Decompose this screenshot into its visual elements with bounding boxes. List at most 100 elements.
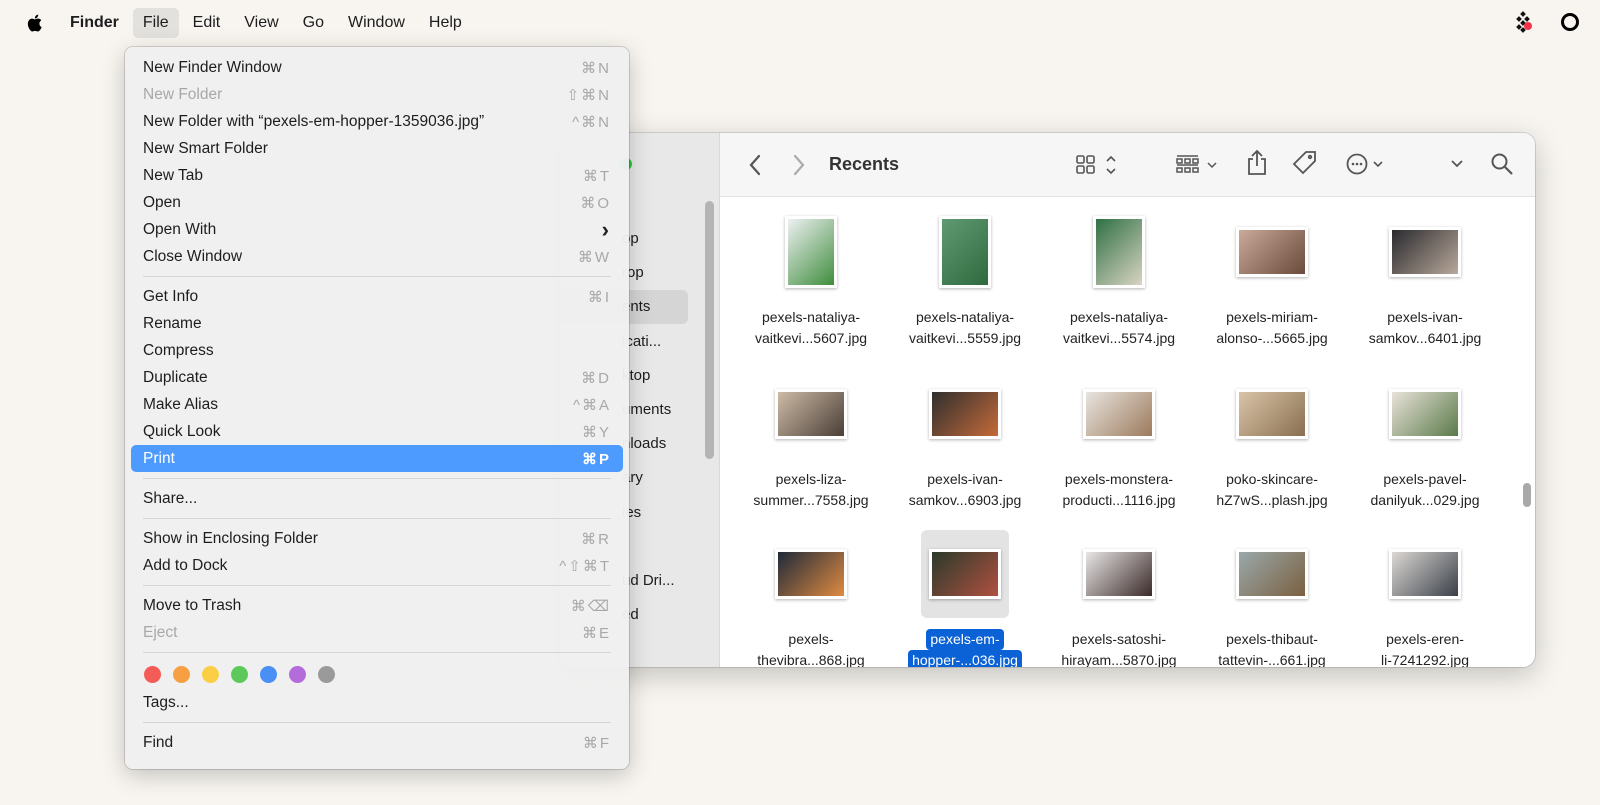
menu-item-open-with[interactable]: Open With › <box>131 216 623 243</box>
menu-item-share[interactable]: Share... <box>131 485 623 512</box>
file-thumbnail <box>785 216 837 288</box>
tag-icon[interactable] <box>1292 150 1318 176</box>
menu-item-get-info[interactable]: Get Info ⌘I <box>131 283 623 310</box>
thumbnail-frame <box>921 370 1009 458</box>
file-thumbnail <box>1236 227 1308 277</box>
file-item[interactable]: pexels-nataliya-vaitkevi...5607.jpg <box>734 208 888 349</box>
menu-item-label: Compress <box>143 341 214 359</box>
search-icon[interactable] <box>1490 152 1514 176</box>
file-name-line1: pexels-nataliya- <box>761 309 861 325</box>
file-name-line1: pexels-pavel- <box>1383 471 1467 487</box>
thumbnail-frame <box>767 208 855 296</box>
thumbnail-frame <box>1381 370 1469 458</box>
menu-shortcut: ⌘E <box>581 624 611 642</box>
file-grid: pexels-nataliya-vaitkevi...5607.jpg pexe… <box>720 197 1517 667</box>
file-name: pexels-nataliya-vaitkevi...5574.jpg <box>1042 307 1196 349</box>
chevron-down-icon[interactable] <box>1450 157 1464 171</box>
menu-item-rename[interactable]: Rename <box>131 310 623 337</box>
icon-view-grid-icon[interactable] <box>1076 154 1122 176</box>
forward-chevron-icon[interactable] <box>792 153 806 177</box>
more-actions-icon[interactable] <box>1346 152 1392 176</box>
menu-shortcut: ⌘O <box>580 194 611 212</box>
file-item[interactable]: poko-skincare-hZ7wS...plash.jpg <box>1195 370 1349 511</box>
thumbnail-frame <box>1381 530 1469 618</box>
file-item[interactable]: pexels-nataliya-vaitkevi...5559.jpg <box>888 208 1042 349</box>
menu-help[interactable]: Help <box>419 8 472 38</box>
menu-item-make-alias[interactable]: Make Alias ^⌘A <box>131 391 623 418</box>
thumbnail-frame <box>1075 530 1163 618</box>
file-name-line1: pexels-monstera- <box>1064 471 1174 487</box>
tag-color-dot[interactable] <box>231 665 248 683</box>
thumbnail-frame <box>921 208 1009 296</box>
menu-item-label: Open <box>143 193 181 211</box>
file-item[interactable]: pexels-pavel-danilyuk...029.jpg <box>1348 370 1502 511</box>
tag-color-dot[interactable] <box>318 665 335 683</box>
file-name-line2: tattevin-...661.jpg <box>1218 652 1326 667</box>
menu-shortcut: ⌘W <box>577 248 611 266</box>
file-name: pexels-thibaut-tattevin-...661.jpg <box>1195 629 1349 667</box>
tag-color-dot[interactable] <box>289 665 306 683</box>
file-item[interactable]: pexels-liza-summer...7558.jpg <box>734 370 888 511</box>
menu-item-quick-look[interactable]: Quick Look ⌘Y <box>131 418 623 445</box>
content-scrollbar[interactable] <box>1523 483 1531 507</box>
menu-item-add-to-dock[interactable]: Add to Dock ^⇧⌘T <box>131 552 623 579</box>
menu-item-new-folder: New Folder ⇧⌘N <box>131 81 623 108</box>
menu-item-close-window[interactable]: Close Window ⌘W <box>131 243 623 270</box>
back-chevron-icon[interactable] <box>748 153 762 177</box>
apple-logo-icon[interactable] <box>24 13 44 33</box>
file-name: pexels-em-hopper-...036.jpg <box>888 629 1042 667</box>
share-icon[interactable] <box>1246 149 1268 177</box>
file-item[interactable]: pexels-monstera-producti...1116.jpg <box>1042 370 1196 511</box>
file-item[interactable]: pexels-nataliya-vaitkevi...5574.jpg <box>1042 208 1196 349</box>
control-center-circle-icon[interactable] <box>1560 12 1580 32</box>
file-item[interactable]: pexels-satoshi-hirayam...5870.jpg <box>1042 530 1196 667</box>
menu-item-tags[interactable]: Tags... <box>131 689 623 716</box>
group-by-icon[interactable] <box>1176 154 1222 176</box>
submenu-chevron-icon: › <box>601 216 611 242</box>
file-item[interactable]: pexels-ivan-samkov...6401.jpg <box>1348 208 1502 349</box>
menu-item-new-tab[interactable]: New Tab ⌘T <box>131 162 623 189</box>
tag-color-dot[interactable] <box>173 665 190 683</box>
menu-file[interactable]: File <box>132 7 179 38</box>
menu-shortcut: ^⇧⌘T <box>559 557 611 575</box>
menu-item-eject: Eject ⌘E <box>131 619 623 646</box>
tag-color-dot[interactable] <box>202 665 219 683</box>
menu-item-duplicate[interactable]: Duplicate ⌘D <box>131 364 623 391</box>
file-item[interactable]: pexels-ivan-samkov...6903.jpg <box>888 370 1042 511</box>
menu-item-new-smart-folder[interactable]: New Smart Folder <box>131 135 623 162</box>
menu-item-print[interactable]: Print ⌘P <box>131 445 623 472</box>
menu-go[interactable]: Go <box>293 8 334 38</box>
menu-item-label: Rename <box>143 314 202 332</box>
file-item[interactable]: pexels-eren-li-7241292.jpg <box>1348 530 1502 667</box>
menu-item-open[interactable]: Open ⌘O <box>131 189 623 216</box>
tag-color-dot[interactable] <box>144 665 161 683</box>
menu-item-move-to-trash[interactable]: Move to Trash ⌘⌫ <box>131 592 623 619</box>
file-item[interactable]: pexels-thevibra...868.jpg <box>734 530 888 667</box>
menu-item-show-in-enclosing-folder[interactable]: Show in Enclosing Folder ⌘R <box>131 525 623 552</box>
sidebar-scrollbar[interactable] <box>705 201 714 459</box>
menu-item-find[interactable]: Find ⌘F <box>131 729 623 756</box>
menu-item-label: Close Window <box>143 247 243 265</box>
file-name-line1: pexels-nataliya- <box>915 309 1015 325</box>
menu-view[interactable]: View <box>234 8 288 38</box>
status-app-icon[interactable] <box>1514 11 1534 33</box>
tag-color-dot[interactable] <box>260 665 277 683</box>
file-thumbnail <box>775 389 847 439</box>
menu-window[interactable]: Window <box>338 8 415 38</box>
file-name: pexels-nataliya-vaitkevi...5559.jpg <box>888 307 1042 349</box>
menu-item-new-finder-window[interactable]: New Finder Window ⌘N <box>131 54 623 81</box>
menu-item-new-folder-with-pexels-em-hopper-1359036-jpg[interactable]: New Folder with “pexels-em-hopper-135903… <box>131 108 623 135</box>
menu-item-label: Show in Enclosing Folder <box>143 529 318 547</box>
menu-edit[interactable]: Edit <box>183 8 231 38</box>
thumbnail-frame <box>1228 370 1316 458</box>
thumbnail-frame <box>767 370 855 458</box>
menu-item-compress[interactable]: Compress <box>131 337 623 364</box>
file-item[interactable]: pexels-thibaut-tattevin-...661.jpg <box>1195 530 1349 667</box>
file-name-line2: vaitkevi...5559.jpg <box>908 330 1022 346</box>
file-item[interactable]: pexels-miriam-alonso-...5665.jpg <box>1195 208 1349 349</box>
file-name-line2: danilyuk...029.jpg <box>1370 492 1480 508</box>
menu-app-finder[interactable]: Finder <box>60 8 129 38</box>
file-thumbnail <box>1083 549 1155 599</box>
thumbnail-frame <box>767 530 855 618</box>
file-item[interactable]: pexels-em-hopper-...036.jpg <box>888 530 1042 667</box>
